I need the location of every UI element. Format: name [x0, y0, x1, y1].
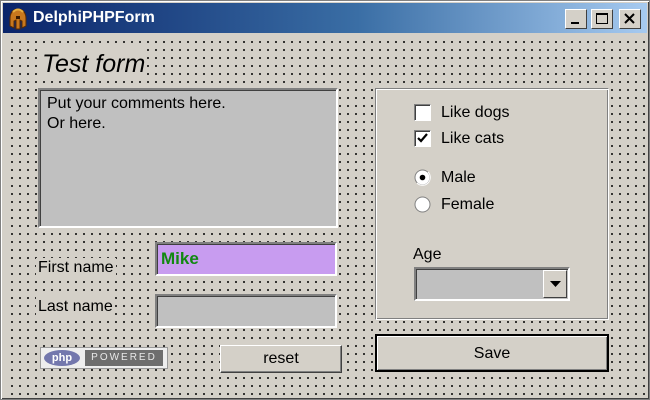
- last-name-label: Last name: [36, 297, 115, 317]
- female-radio[interactable]: [414, 196, 431, 213]
- php-logo: php: [44, 350, 80, 366]
- php-powered-text: POWERED: [85, 350, 163, 366]
- like-cats-label: Like cats: [441, 130, 505, 147]
- like-dogs-checkbox[interactable]: [414, 104, 431, 121]
- maximize-icon: [596, 13, 608, 24]
- maximize-button[interactable]: [591, 9, 613, 29]
- male-label: Male: [441, 169, 476, 186]
- like-dogs-label: Like dogs: [441, 104, 510, 121]
- form-heading: Test form: [40, 49, 148, 79]
- php-powered-badge: php POWERED: [40, 347, 168, 369]
- reset-button[interactable]: reset: [220, 345, 342, 373]
- title-bar[interactable]: DelphiPHPForm: [3, 3, 647, 33]
- checkmark-icon: [417, 133, 428, 143]
- close-button[interactable]: [619, 9, 641, 29]
- first-name-label: First name: [36, 258, 116, 278]
- comments-line-2: Or here.: [47, 115, 106, 132]
- close-icon: [624, 13, 635, 24]
- minimize-icon: [571, 22, 579, 24]
- like-cats-checkbox[interactable]: [414, 130, 431, 147]
- last-name-input[interactable]: [155, 294, 337, 328]
- age-label: Age: [413, 246, 442, 263]
- female-label: Female: [441, 196, 495, 213]
- comments-memo[interactable]: Put your comments here. Or here.: [38, 88, 338, 228]
- first-name-input[interactable]: Mike: [155, 242, 337, 276]
- comments-line-1: Put your comments here.: [47, 95, 226, 112]
- minimize-button[interactable]: [565, 9, 587, 29]
- spartan-helmet-icon: [9, 8, 27, 30]
- save-button[interactable]: Save: [375, 334, 609, 372]
- chevron-down-icon: [550, 281, 561, 287]
- age-dropdown-button[interactable]: [543, 270, 567, 298]
- age-select[interactable]: [414, 267, 570, 301]
- window-title: DelphiPHPForm: [33, 9, 155, 26]
- male-radio[interactable]: [414, 169, 431, 186]
